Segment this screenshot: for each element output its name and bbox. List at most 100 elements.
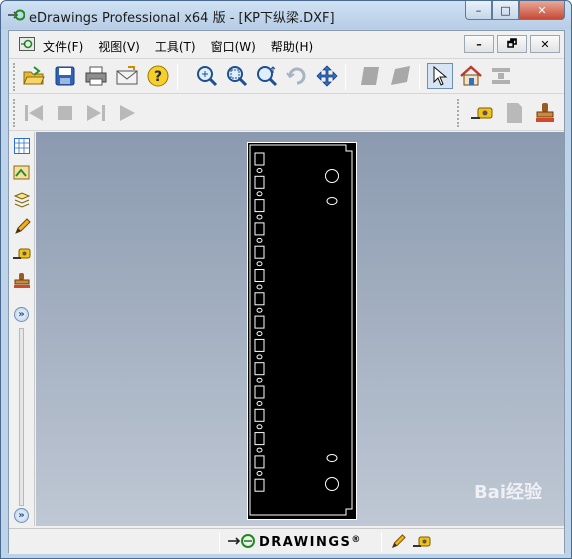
status-separator (219, 532, 220, 552)
open-folder-icon[interactable] (21, 63, 47, 89)
slot-hole (254, 362, 265, 376)
status-separator (381, 532, 382, 552)
next-frame-icon[interactable] (83, 100, 109, 126)
left-panel: » » (9, 132, 35, 526)
menu-items: 文件(F) 视图(V) 工具(T) 窗口(W) 帮助(H) (43, 38, 328, 55)
components-icon[interactable] (12, 163, 32, 183)
sheet-grid-icon[interactable] (12, 136, 32, 156)
main-toolbar: ? (9, 60, 564, 94)
help-icon[interactable]: ? (145, 63, 171, 89)
slot-hole (254, 385, 265, 399)
minimize-button[interactable]: – (465, 1, 492, 20)
small-hole (256, 447, 263, 453)
document-icon[interactable] (19, 37, 35, 51)
slot-hole (254, 245, 265, 259)
toolbar-separator (177, 64, 178, 90)
stop-icon[interactable] (52, 100, 78, 126)
save-icon[interactable] (52, 63, 78, 89)
drawing-viewport[interactable]: Bai经验 (36, 132, 564, 526)
menu-view[interactable]: 视图(V) (98, 38, 148, 55)
svg-text:?: ? (154, 69, 162, 85)
left-panel-slider[interactable] (19, 328, 24, 506)
explode-icon[interactable] (488, 63, 514, 89)
edrawings-logo-icon (228, 534, 255, 548)
expand-panel-button[interactable]: » (14, 307, 29, 322)
round-hole (325, 477, 339, 491)
application-window: eDrawings Professional x64 版 - [KP下纵梁.DX… (0, 0, 572, 559)
drawing-sheet (247, 142, 357, 520)
rotate-icon[interactable] (284, 63, 310, 89)
measure-icon[interactable] (409, 529, 435, 555)
slot-hole (254, 478, 265, 492)
small-hole (256, 401, 263, 406)
zoom-area-icon[interactable] (224, 63, 250, 89)
slot-hole (254, 408, 265, 422)
edrawings-app-icon (8, 9, 25, 21)
menu-help[interactable]: 帮助(H) (271, 38, 321, 55)
measure-icon[interactable] (12, 244, 32, 264)
document-restore-button[interactable]: 🗗 (497, 35, 527, 53)
watermark-text: Bai经验 (473, 482, 542, 503)
play-icon[interactable] (114, 100, 140, 126)
zoom-in-out-icon[interactable] (254, 63, 280, 89)
status-bar: DRAWINGS® (9, 528, 564, 554)
document-controls: – 🗗 ✕ (464, 35, 560, 53)
small-hole (256, 214, 263, 220)
toolbar-separator (419, 64, 420, 90)
stamp-icon[interactable] (12, 271, 32, 291)
small-hole (256, 168, 263, 173)
toolbar-grip[interactable] (457, 99, 461, 127)
document-close-button[interactable]: ✕ (530, 35, 560, 53)
pan-icon[interactable] (314, 63, 340, 89)
maximize-button[interactable]: □ (492, 1, 519, 20)
small-hole (256, 191, 263, 197)
edrawings-brand: DRAWINGS® (227, 533, 362, 550)
window-title: eDrawings Professional x64 版 - [KP下纵梁.DX… (29, 11, 335, 26)
menu-tools[interactable]: 工具(T) (155, 38, 204, 55)
oval-hole (326, 454, 338, 462)
toolbar-grip[interactable] (13, 63, 17, 91)
perspective-icon[interactable] (387, 63, 413, 89)
small-hole (256, 331, 263, 337)
pencil-icon[interactable] (385, 529, 411, 555)
slot-hole (254, 269, 265, 282)
small-hole (256, 424, 263, 430)
slot-hole (254, 175, 265, 189)
slot-hole (254, 455, 265, 469)
select-arrow-icon[interactable] (427, 63, 453, 89)
dxf-drawing (249, 144, 353, 516)
stamp-icon[interactable] (532, 100, 558, 126)
pencil-icon[interactable] (12, 217, 32, 237)
oval-hole (326, 197, 338, 205)
measure-icon[interactable] (469, 100, 495, 126)
send-mail-icon[interactable] (114, 63, 140, 89)
brand-registered-mark: ® (351, 535, 362, 545)
close-button[interactable]: ✕ (519, 1, 565, 20)
window-controls: – □ ✕ (465, 1, 565, 20)
small-hole (256, 237, 263, 243)
slot-hole (254, 199, 265, 213)
layers-icon[interactable] (12, 190, 32, 210)
toolbar-separator (345, 64, 346, 90)
mdi-client: 文件(F) 视图(V) 工具(T) 窗口(W) 帮助(H) – 🗗 ✕ ? » … (8, 30, 565, 554)
slot-hole (254, 222, 265, 236)
home-view-icon[interactable] (458, 63, 484, 89)
slot-hole (254, 292, 265, 306)
small-hole (256, 284, 263, 290)
brand-text: DRAWINGS (259, 535, 352, 550)
first-frame-icon[interactable] (21, 100, 47, 126)
document-minimize-button[interactable]: – (464, 35, 494, 53)
toolbar-grip[interactable] (13, 99, 17, 127)
round-hole (325, 169, 339, 183)
markup-icon[interactable] (501, 100, 527, 126)
zoom-to-fit-icon[interactable] (194, 63, 220, 89)
print-icon[interactable] (83, 63, 109, 89)
small-hole (256, 307, 263, 313)
menu-file[interactable]: 文件(F) (43, 38, 91, 55)
slot-hole (254, 432, 265, 446)
expand-panel-button[interactable]: » (14, 508, 29, 523)
title-bar[interactable]: eDrawings Professional x64 版 - [KP下纵梁.DX… (1, 1, 571, 29)
animation-toolbar (9, 95, 564, 131)
shaded-view-icon[interactable] (357, 63, 383, 89)
menu-window[interactable]: 窗口(W) (211, 38, 264, 55)
